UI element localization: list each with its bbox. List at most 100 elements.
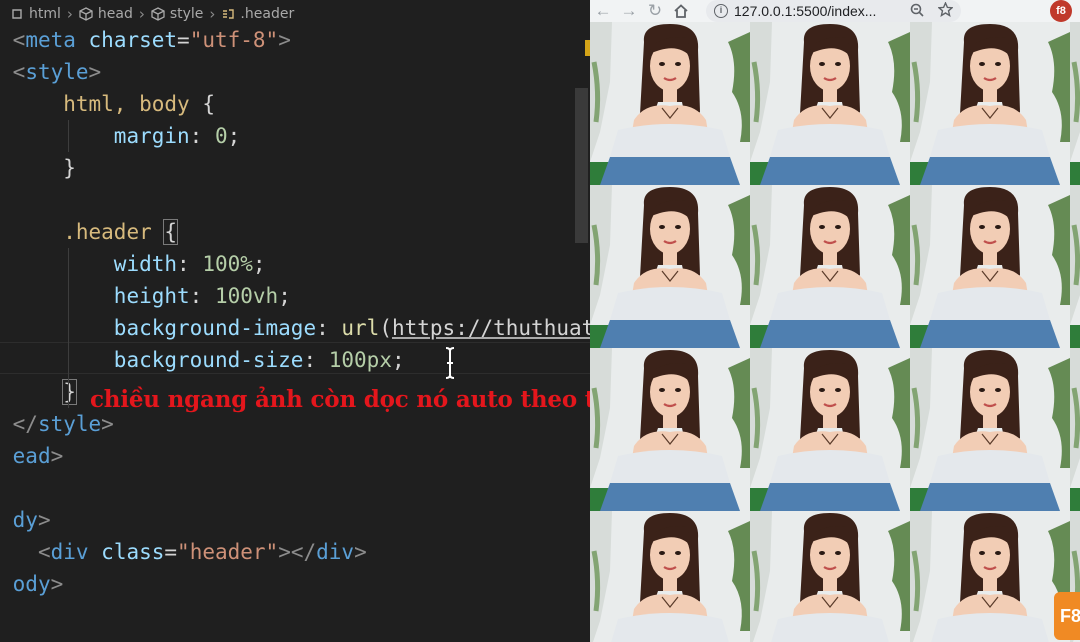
code-token: > xyxy=(50,572,64,596)
chevron-right-icon: › xyxy=(66,5,73,23)
code-token: 100px xyxy=(328,348,392,372)
code-token: "header" xyxy=(177,540,279,564)
element-icon xyxy=(79,7,93,21)
info-icon[interactable]: i xyxy=(714,4,728,18)
background-tile-image xyxy=(910,22,1070,185)
home-icon[interactable] xyxy=(668,0,694,22)
indent-guide xyxy=(68,248,69,280)
code-line[interactable]: width: 100%; xyxy=(0,248,590,280)
code-token: 100% xyxy=(202,252,253,276)
breadcrumb-header[interactable]: .header xyxy=(240,6,294,22)
indent-guide xyxy=(68,376,69,408)
omnibox-actions xyxy=(910,0,954,22)
code-token: : xyxy=(316,316,342,340)
forward-arrow-icon[interactable]: → xyxy=(616,0,642,22)
code-token: background-image xyxy=(12,316,317,340)
code-token: width xyxy=(12,252,178,276)
code-token: margin xyxy=(12,124,190,148)
code-token: url xyxy=(341,316,380,340)
code-token: class xyxy=(88,540,165,564)
code-token: charset xyxy=(75,28,178,52)
video-annotation-text: chiều ngang ảnh còn dọc nó auto theo tỉ … xyxy=(90,386,590,413)
url-text: 127.0.0.1:5500/index... xyxy=(734,3,877,19)
background-tile-image xyxy=(590,185,750,348)
code-token: "utf-8" xyxy=(189,28,279,52)
code-token: = xyxy=(164,540,178,564)
code-token: > xyxy=(50,444,64,468)
address-bar[interactable]: i 127.0.0.1:5500/index... xyxy=(706,0,961,22)
code-editor[interactable]: html › head › style › .header <meta char… xyxy=(0,0,590,642)
code-token: > xyxy=(88,60,102,84)
indent-guide xyxy=(68,280,69,312)
element-icon xyxy=(151,7,165,21)
indent-guide xyxy=(68,120,69,152)
code-token: html, body xyxy=(12,92,203,116)
extension-icon[interactable]: f8 xyxy=(1050,0,1072,22)
repeated-background-grid xyxy=(590,22,1080,642)
background-tile-image xyxy=(750,511,910,642)
code-token: ; xyxy=(278,284,291,308)
code-token: ody xyxy=(12,572,51,596)
code-token: ></ xyxy=(278,540,317,564)
background-tile-image xyxy=(750,185,910,348)
code-token: { xyxy=(202,92,215,116)
code-token: https://thuthuat xyxy=(391,316,590,340)
code-token: div xyxy=(50,540,89,564)
code-line[interactable]: height: 100vh; xyxy=(0,280,590,312)
code-token: ; xyxy=(227,124,241,148)
code-token: { xyxy=(163,219,179,245)
code-token: : xyxy=(189,124,215,148)
background-tile-image xyxy=(1070,348,1080,511)
reload-icon[interactable]: ↻ xyxy=(642,0,668,22)
code-line[interactable]: } xyxy=(0,152,590,184)
code-token: dy xyxy=(12,508,38,532)
code-token: meta xyxy=(25,28,76,52)
code-line[interactable]: .header { xyxy=(0,216,590,248)
code-line[interactable]: <meta charset="utf-8"> xyxy=(0,24,590,56)
code-token: > xyxy=(354,540,367,564)
code-line[interactable]: <div class="header"></div> xyxy=(0,536,590,568)
indent-guide xyxy=(68,344,69,376)
background-tile-image xyxy=(1070,185,1080,348)
breadcrumb-style[interactable]: style xyxy=(170,6,204,22)
indent-guide xyxy=(68,312,69,344)
zoom-icon[interactable] xyxy=(910,3,924,20)
code-token: > xyxy=(37,508,51,532)
breadcrumb-head[interactable]: head xyxy=(98,6,133,22)
bookmark-star-icon[interactable] xyxy=(937,1,954,20)
code-line[interactable]: background-image: url(https://thuthuat xyxy=(0,312,590,344)
code-line[interactable]: html, body { xyxy=(0,88,590,120)
code-token: </ xyxy=(12,412,38,436)
background-tile-image xyxy=(750,22,910,185)
code-line[interactable]: margin: 0; xyxy=(0,120,590,152)
code-line[interactable] xyxy=(0,472,590,504)
code-line[interactable]: ead> xyxy=(0,440,590,472)
code-token: 100vh xyxy=(214,284,279,308)
back-arrow-icon[interactable]: ← xyxy=(590,0,616,22)
breadcrumb-html[interactable]: html xyxy=(29,6,61,22)
background-tile-image xyxy=(750,348,910,511)
background-tile-image xyxy=(910,511,1070,642)
code-token: ; xyxy=(391,348,405,372)
background-tile-image xyxy=(590,348,750,511)
background-tile-image xyxy=(910,185,1070,348)
code-token: } xyxy=(12,156,76,180)
css-selector-icon xyxy=(221,7,235,21)
code-area[interactable]: <meta charset="utf-8"> <style> html, bod… xyxy=(0,24,590,600)
background-tile-image xyxy=(590,22,750,185)
code-token: background-size xyxy=(12,348,304,372)
code-token: : xyxy=(303,348,329,372)
code-line[interactable]: background-size: 100px; xyxy=(0,344,590,376)
code-line[interactable]: dy> xyxy=(0,504,590,536)
code-token: .header xyxy=(12,220,165,244)
code-line[interactable]: <style> xyxy=(0,56,590,88)
code-token: > xyxy=(278,28,291,52)
code-line[interactable]: ody> xyxy=(0,568,590,600)
chevron-right-icon: › xyxy=(138,5,145,23)
browser-toolbar: ← → ↻ i 127.0.0.1:5500/index... f8 xyxy=(590,0,1080,22)
code-line[interactable] xyxy=(0,184,590,216)
code-token: < xyxy=(12,540,51,564)
code-token: style xyxy=(25,60,89,84)
code-token: 0 xyxy=(214,124,228,148)
